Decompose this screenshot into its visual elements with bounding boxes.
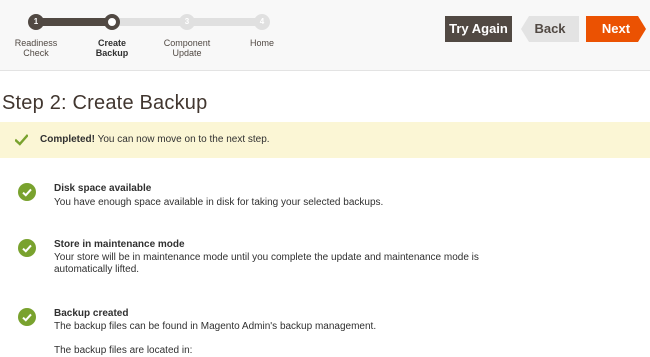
check-item-description: Your store will be in maintenance mode u…: [54, 252, 479, 275]
step-3-label-line1: Component: [163, 38, 211, 48]
step-1-label-line2: Check: [23, 48, 49, 58]
check-circle-icon: [18, 183, 36, 201]
backup-location-label: The backup files are located in:: [54, 345, 193, 356]
wizard-header: 1 3 4 Readiness Check Create Backup Comp…: [0, 0, 650, 71]
step-4-label: Home: [222, 38, 302, 48]
step-1-indicator: 1: [28, 14, 44, 30]
notice-text: You can now move on to the next step.: [95, 134, 270, 145]
check-circle-icon: [18, 239, 36, 257]
check-item-title: Backup created: [54, 308, 129, 319]
check-item-description: You have enough space available in disk …: [54, 197, 384, 208]
success-notice: Completed! You can now move on to the ne…: [0, 122, 650, 158]
try-again-button[interactable]: Try Again: [445, 16, 512, 42]
step-2-indicator: [104, 14, 120, 30]
step-1-number: 1: [33, 17, 39, 26]
step-4-indicator: 4: [254, 14, 270, 30]
step-1-label: Readiness Check: [0, 38, 76, 58]
step-2-label-line2: Backup: [95, 48, 129, 58]
notice-message: Completed! You can now move on to the ne…: [40, 134, 270, 145]
step-4-number: 4: [259, 17, 265, 26]
step-3-number: 3: [184, 17, 190, 26]
step-2-label: Create Backup: [72, 38, 152, 58]
check-item-title: Store in maintenance mode: [54, 239, 185, 250]
back-button[interactable]: Back: [521, 16, 579, 42]
step-3-indicator: 3: [179, 14, 195, 30]
step-3-label-line2: Update: [172, 48, 202, 58]
check-item-description: The backup files can be found in Magento…: [54, 321, 377, 332]
step-2-label-line1: Create: [97, 38, 126, 48]
check-icon: [15, 134, 28, 146]
page-title: Step 2: Create Backup: [2, 92, 208, 114]
notice-strong: Completed!: [40, 134, 95, 145]
step-4-label-line1: Home: [249, 38, 274, 48]
next-button[interactable]: Next: [586, 16, 646, 42]
progress-track-complete: [36, 18, 112, 26]
step-1-label-line1: Readiness: [14, 38, 58, 48]
check-circle-icon: [18, 308, 36, 326]
step-3-label: Component Update: [147, 38, 227, 58]
check-item-title: Disk space available: [54, 183, 152, 194]
